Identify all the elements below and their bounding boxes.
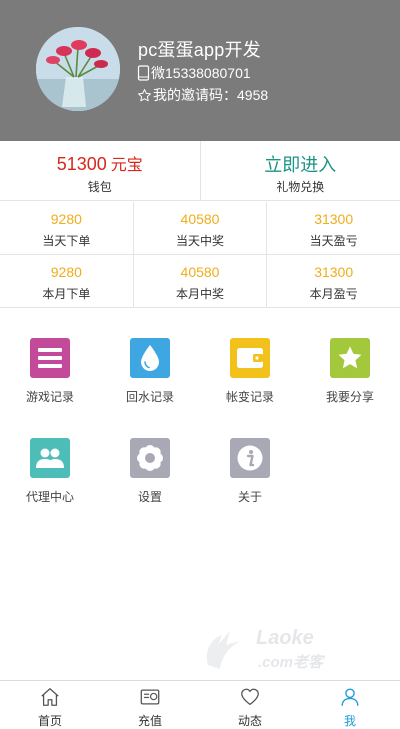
wallet-icon xyxy=(230,338,270,378)
star-icon xyxy=(330,338,370,378)
stat-cell: 40580 当天中奖 xyxy=(132,202,267,254)
tab-feed[interactable]: 动态 xyxy=(200,681,300,729)
watermark-brand: Laoke xyxy=(256,627,314,649)
stats-row-month: 9280 本月下单 40580 本月中奖 31300 本月盈亏 xyxy=(0,255,400,308)
enter-now-link[interactable]: 立即进入 xyxy=(201,151,400,177)
menu-grid: 游戏记录 回水记录 帐变记录 我要分享 代理中心 设置 关于 xyxy=(0,338,400,538)
tab-recharge[interactable]: 充值 xyxy=(100,681,200,729)
stat-cell: 31300 当天盈亏 xyxy=(266,202,400,254)
stat-cell: 31300 本月盈亏 xyxy=(266,255,400,307)
stat-cell: 40580 本月中奖 xyxy=(132,255,267,307)
invite-code: 我的邀请码：4958 xyxy=(153,87,269,103)
wallet-unit: 元宝 xyxy=(110,157,143,174)
users-icon xyxy=(30,438,70,478)
wallet-label: 钱包 xyxy=(87,180,112,194)
wallet-cell[interactable]: 51300 元宝 钱包 xyxy=(0,141,200,200)
stat-label: 当天中奖 xyxy=(176,234,225,248)
gift-exchange-label: 礼物兑换 xyxy=(276,180,325,194)
stat-value: 31300 xyxy=(314,211,354,227)
tab-label: 首页 xyxy=(37,714,62,728)
home-icon xyxy=(41,688,59,706)
menu-label: 我要分享 xyxy=(325,390,374,404)
menu-agent-center[interactable]: 代理中心 xyxy=(0,438,100,538)
stat-value: 40580 xyxy=(180,264,220,280)
user-name: pc蛋蛋app开发 xyxy=(138,40,261,60)
menu-rebate-records[interactable]: 回水记录 xyxy=(100,338,200,438)
menu-label: 设置 xyxy=(137,490,162,504)
tab-label: 动态 xyxy=(237,714,262,728)
tab-label: 我 xyxy=(343,714,356,728)
gear-icon xyxy=(130,438,170,478)
stat-cell: 9280 当天下单 xyxy=(0,202,133,254)
stat-value: 9280 xyxy=(50,211,82,227)
wallet-bar: 51300 元宝 钱包 立即进入 礼物兑换 xyxy=(0,141,400,201)
stat-label: 本月中奖 xyxy=(176,287,225,301)
tab-home[interactable]: 首页 xyxy=(0,681,100,729)
menu-label: 回水记录 xyxy=(125,390,174,404)
list-icon xyxy=(30,338,70,378)
wallet-amount: 51300 元宝 xyxy=(0,151,200,175)
stat-label: 本月盈亏 xyxy=(309,287,358,301)
tab-label: 充值 xyxy=(137,714,162,728)
menu-settings[interactable]: 设置 xyxy=(100,438,200,538)
info-icon xyxy=(230,438,270,478)
tab-me[interactable]: 我 xyxy=(300,681,400,729)
stat-label: 本月下单 xyxy=(42,287,91,301)
phone-number: 微15338080701 xyxy=(151,65,251,81)
menu-row: 代理中心 设置 关于 xyxy=(0,438,400,538)
menu-about[interactable]: 关于 xyxy=(200,438,300,538)
stats-table: 9280 当天下单 40580 当天中奖 31300 当天盈亏 9280 本月下… xyxy=(0,202,400,308)
user-icon xyxy=(341,688,359,706)
stat-value: 40580 xyxy=(180,211,220,227)
stat-value: 9280 xyxy=(50,264,82,280)
star-outline-icon xyxy=(138,88,151,101)
phone-icon xyxy=(137,65,150,81)
watermark-sub: .com老客 xyxy=(258,654,324,671)
menu-label: 代理中心 xyxy=(25,490,74,504)
stat-label: 当天盈亏 xyxy=(309,234,358,248)
phone-row: 微15338080701 xyxy=(137,64,251,82)
stat-value: 31300 xyxy=(314,264,354,280)
recharge-icon xyxy=(140,689,160,705)
stats-row-today: 9280 当天下单 40580 当天中奖 31300 当天盈亏 xyxy=(0,202,400,255)
menu-label: 关于 xyxy=(237,490,262,504)
stat-label: 当天下单 xyxy=(42,234,91,248)
invite-row: 我的邀请码：4958 xyxy=(137,86,268,104)
profile-header: pc蛋蛋app开发 微15338080701 我的邀请码：4958 xyxy=(0,0,400,141)
menu-game-records[interactable]: 游戏记录 xyxy=(0,338,100,438)
menu-label: 帐变记录 xyxy=(225,390,274,404)
menu-share[interactable]: 我要分享 xyxy=(300,338,400,438)
gift-exchange-cell[interactable]: 立即进入 礼物兑换 xyxy=(199,141,400,200)
menu-label: 游戏记录 xyxy=(25,390,74,404)
avatar[interactable] xyxy=(36,27,120,111)
stat-cell: 9280 本月下单 xyxy=(0,255,133,307)
laoke-watermark: Laoke .com老客 xyxy=(200,625,350,675)
menu-balance-records[interactable]: 帐变记录 xyxy=(200,338,300,438)
bottom-tab-bar: 首页 充值 动态 我 xyxy=(0,680,400,729)
avatar-flower-image xyxy=(36,27,120,111)
heart-icon xyxy=(241,688,259,705)
menu-row: 游戏记录 回水记录 帐变记录 我要分享 xyxy=(0,338,400,438)
wallet-amount-number: 51300 xyxy=(56,154,107,174)
water-drop-icon xyxy=(130,338,170,378)
